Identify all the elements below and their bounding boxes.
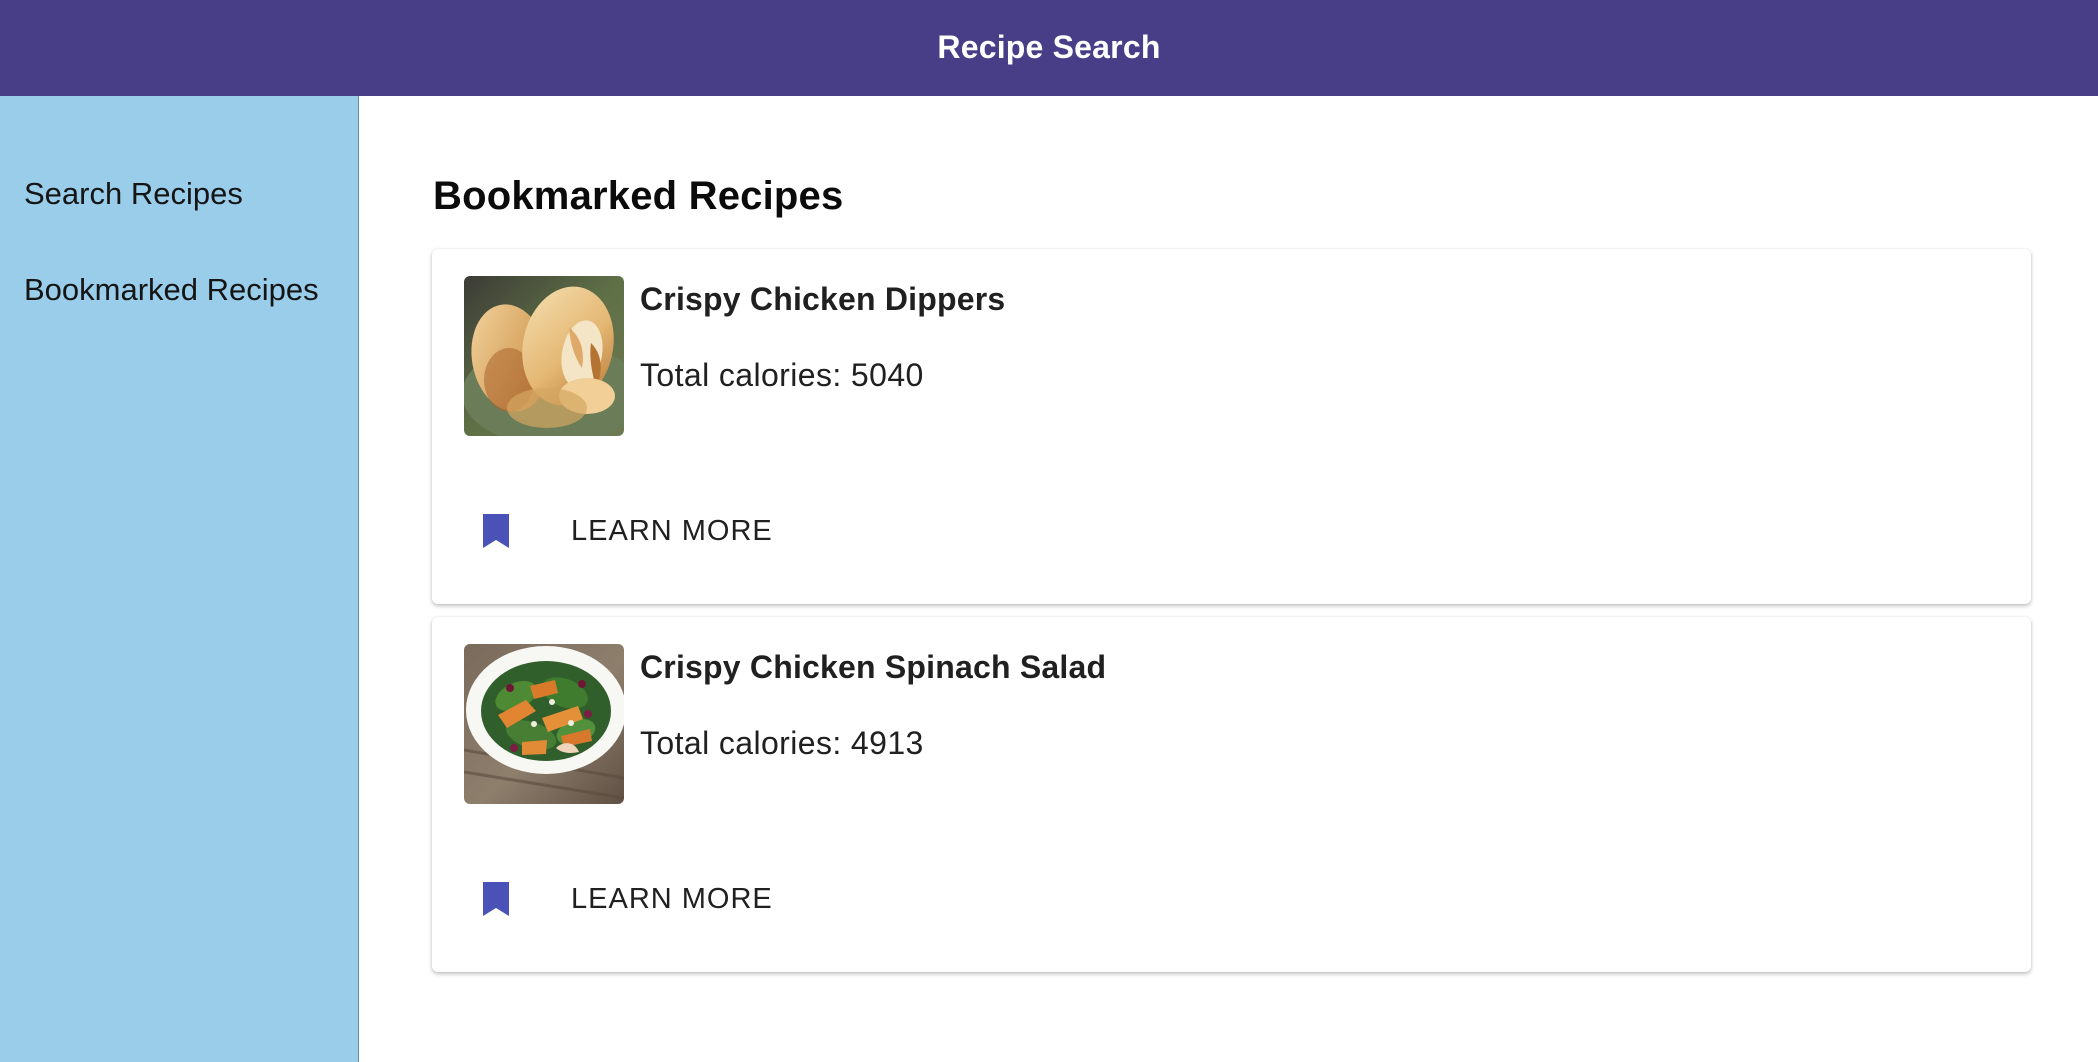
recipe-card: Crispy Chicken Dippers Total calories: 5… [432, 249, 2031, 604]
recipe-name: Crispy Chicken Dippers [640, 281, 1006, 317]
page-title: Bookmarked Recipes [433, 174, 844, 218]
main-content: Bookmarked Recipes Crispy Chicken Dipper… [360, 96, 2098, 1062]
chicken-spinach-salad-photo [464, 644, 624, 804]
recipe-calories: Total calories: 4913 [640, 725, 924, 761]
sidebar-item-search-recipes[interactable]: Search Recipes [0, 170, 358, 218]
recipe-search-app: Recipe Search Search Recipes Bookmarked … [0, 0, 2098, 1062]
bookmark-icon-shape [483, 514, 509, 548]
learn-more-button[interactable]: LEARN MORE [571, 883, 773, 916]
sidebar-item-bookmarked-recipes[interactable]: Bookmarked Recipes [0, 266, 358, 314]
bookmark-icon-shape [483, 882, 509, 916]
recipe-name: Crispy Chicken Spinach Salad [640, 649, 1107, 685]
learn-more-button[interactable]: LEARN MORE [571, 515, 773, 548]
recipe-card: Crispy Chicken Spinach Salad Total calor… [432, 617, 2031, 972]
chicken-dippers-photo [464, 276, 624, 436]
bookmark-icon[interactable] [481, 881, 511, 919]
bookmark-icon[interactable] [481, 513, 511, 551]
sidebar-navigation: Search Recipes Bookmarked Recipes [0, 96, 359, 1062]
chicken-spinach-salad-photo-icon [464, 644, 624, 804]
recipe-calories: Total calories: 5040 [640, 357, 924, 393]
top-app-bar: Recipe Search [0, 0, 2098, 96]
chicken-dippers-photo-icon [464, 276, 624, 436]
app-title: Recipe Search [937, 28, 1161, 65]
